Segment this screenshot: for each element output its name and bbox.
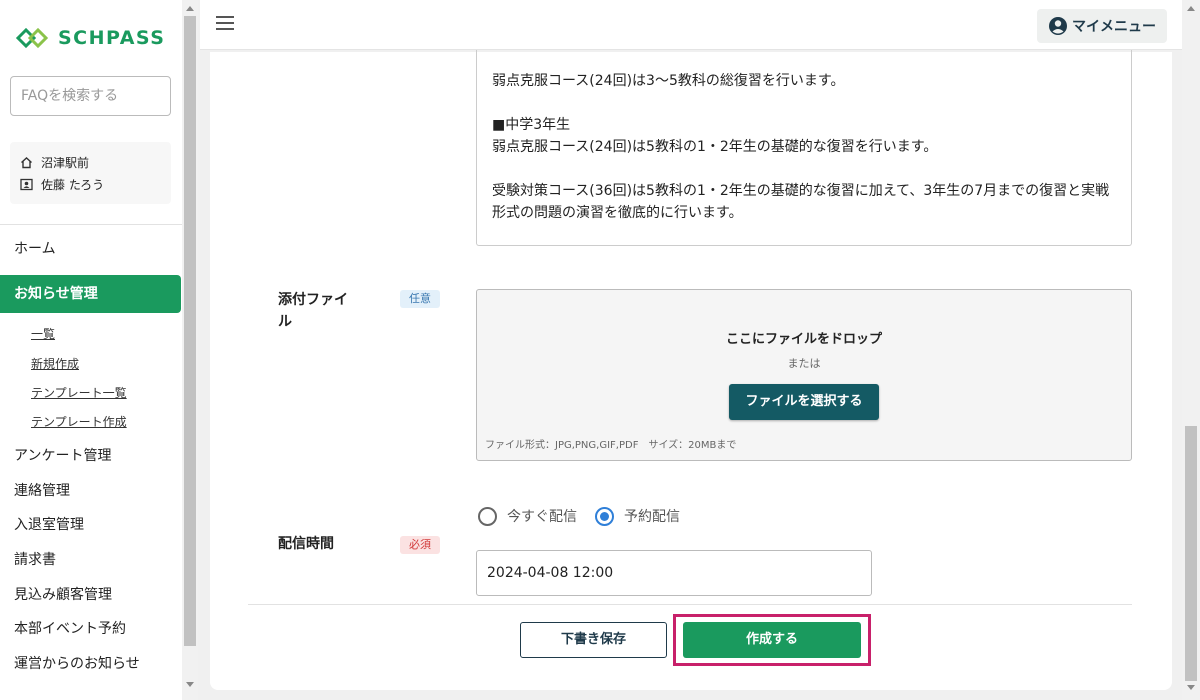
- drop-zone-or: または: [787, 357, 821, 370]
- my-menu-button[interactable]: マイメニュー: [1037, 9, 1167, 43]
- school-name: 沼津駅前: [41, 155, 90, 170]
- user-circle-icon: [1049, 17, 1067, 35]
- sidebar-item-invoice[interactable]: 請求書: [0, 548, 182, 572]
- sidebar-subitem-template-create[interactable]: テンプレート作成: [31, 412, 127, 432]
- delivery-datetime-input[interactable]: [476, 550, 872, 596]
- user-name: 佐藤 たろう: [41, 177, 105, 192]
- user-badge-icon: [20, 178, 33, 190]
- form-footer-divider: [248, 604, 1132, 605]
- file-drop-zone[interactable]: ここにファイルをドロップ または ファイルを選択する ファイル形式：JPG,PN…: [476, 289, 1132, 461]
- select-file-button[interactable]: ファイルを選択する: [729, 384, 879, 420]
- sidebar-scroll-up-arrow-icon[interactable]: [186, 6, 194, 11]
- logo-icon: [16, 27, 49, 49]
- my-menu-label: マイメニュー: [1072, 19, 1156, 35]
- sidebar: SCHPASS 沼津駅前 佐藤 たろう ホーム お知らせ管理 一覧 新規作成 テ…: [0, 0, 182, 700]
- logo-text: SCHPASS: [58, 27, 166, 49]
- radio-deliver-now-label[interactable]: 今すぐ配信: [507, 506, 577, 526]
- sidebar-scroll-down-arrow-icon[interactable]: [186, 682, 194, 687]
- faq-search-input[interactable]: [10, 76, 171, 116]
- logo[interactable]: SCHPASS: [16, 26, 165, 50]
- sidebar-subitem-list[interactable]: 一覧: [31, 324, 55, 344]
- drop-zone-title: ここにファイルをドロップ: [725, 332, 882, 347]
- optional-badge: 任意: [400, 290, 440, 308]
- user-info-box: 沼津駅前 佐藤 たろう: [10, 142, 171, 204]
- create-button[interactable]: 作成する: [683, 622, 861, 658]
- radio-deliver-now[interactable]: [478, 506, 497, 526]
- sidebar-item-attendance[interactable]: 入退室管理: [0, 513, 182, 537]
- sidebar-scroll-thumb[interactable]: [184, 16, 196, 646]
- sidebar-item-prospects[interactable]: 見込み顧客管理: [0, 583, 182, 607]
- sidebar-item-notice-management[interactable]: お知らせ管理: [0, 275, 181, 313]
- sidebar-item-operator-news[interactable]: 運営からのお知らせ: [0, 652, 182, 676]
- top-header: マイメニュー: [200, 0, 1182, 50]
- sidebar-item-home[interactable]: ホーム: [0, 237, 182, 261]
- form-card: 弱点克服コース(24回)は3〜5教科の総復習を行います。 ■中学3年生 弱点克服…: [210, 50, 1172, 690]
- radio-scheduled[interactable]: [595, 506, 614, 526]
- school-row: 沼津駅前: [20, 151, 161, 173]
- hamburger-menu-icon[interactable]: [216, 16, 236, 32]
- sidebar-item-survey[interactable]: アンケート管理: [0, 444, 182, 468]
- home-icon: [21, 156, 32, 168]
- sidebar-subitem-new[interactable]: 新規作成: [31, 354, 79, 374]
- attachment-label: 添付ファイル: [278, 292, 348, 330]
- delivery-options: 今すぐ配信 予約配信: [478, 506, 680, 526]
- sidebar-divider: [0, 224, 182, 225]
- sidebar-item-contact[interactable]: 連絡管理: [0, 479, 182, 503]
- required-badge: 必須: [400, 536, 440, 554]
- sidebar-scrollbar[interactable]: [182, 0, 198, 700]
- user-row: 佐藤 たろう: [20, 173, 161, 195]
- save-draft-button[interactable]: 下書き保存: [520, 622, 667, 658]
- page-scrollbar[interactable]: [1182, 0, 1200, 700]
- sidebar-item-hq-events[interactable]: 本部イベント予約: [0, 617, 182, 641]
- file-format-note: ファイル形式：JPG,PNG,GIF,PDF サイズ：20MBまで: [485, 440, 737, 451]
- delivery-time-label: 配信時間: [278, 536, 334, 552]
- description-textarea[interactable]: 弱点克服コース(24回)は3〜5教科の総復習を行います。 ■中学3年生 弱点克服…: [476, 50, 1132, 246]
- page-scroll-down-arrow-icon[interactable]: [1187, 685, 1195, 690]
- sidebar-subitem-template-list[interactable]: テンプレート一覧: [31, 383, 127, 403]
- page-scroll-thumb[interactable]: [1185, 426, 1197, 681]
- radio-scheduled-label[interactable]: 予約配信: [624, 506, 680, 526]
- page-scroll-up-arrow-icon[interactable]: [1187, 6, 1195, 11]
